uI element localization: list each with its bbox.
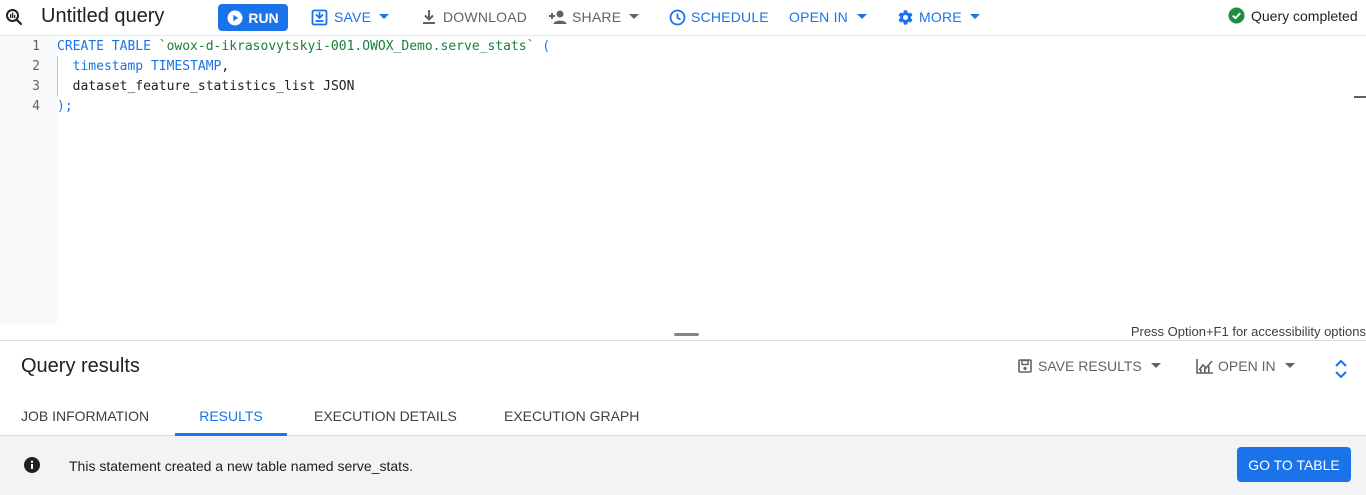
more-button-label: MORE [919, 9, 962, 25]
sql-column-name: dataset_feature_statistics_list [72, 79, 316, 94]
sql-table-identifier: `owox-d-ikrasovytskyi-001.OWOX_Demo.serv… [158, 39, 535, 54]
sql-column-name: timestamp [72, 59, 144, 74]
chevron-down-icon [1150, 363, 1161, 368]
person-add-icon [549, 10, 567, 24]
go-to-table-button[interactable]: GO TO TABLE [1237, 447, 1351, 482]
tab-job-information[interactable]: JOB INFORMATION [21, 396, 149, 436]
query-toolbar: Untitled query RUN SAVE DOWNLOAD SHARE S… [0, 0, 1366, 36]
sql-punctuation: ( [542, 39, 551, 54]
sql-keyword: CREATE TABLE [57, 39, 151, 54]
tab-execution-details[interactable]: EXECUTION DETAILS [314, 396, 457, 436]
tab-results[interactable]: RESULTS [175, 396, 287, 436]
code-line: dataset_feature_statistics_list JSON [57, 77, 355, 97]
line-number: 3 [32, 79, 40, 94]
schedule-button[interactable]: SCHEDULE [669, 0, 769, 34]
results-title: Query results [21, 355, 140, 377]
drag-handle-icon[interactable] [674, 333, 699, 336]
run-button-label: RUN [248, 9, 279, 26]
query-icon [6, 9, 23, 26]
save-icon [311, 9, 328, 25]
share-button[interactable]: SHARE [548, 0, 640, 34]
chevron-down-icon [969, 14, 980, 19]
status-text: Query completed [1251, 7, 1358, 24]
results-open-in-button[interactable]: OPEN IN [1196, 358, 1295, 374]
sql-editor[interactable]: 1 2 3 4 CREATE TABLE `owox-d-ikrasovytsk… [0, 36, 1366, 324]
gear-icon [898, 9, 913, 25]
sql-type: JSON [323, 79, 355, 94]
download-icon [423, 10, 435, 24]
open-in-button-label: OPEN IN [789, 9, 848, 25]
code-line: ); [57, 97, 73, 117]
editor-results-splitter[interactable]: Press Option+F1 for accessibility option… [0, 324, 1366, 341]
query-title[interactable]: Untitled query [41, 5, 164, 28]
play-icon [227, 10, 243, 25]
code-line: timestamp TIMESTAMP, [57, 57, 230, 77]
accessibility-hint: Press Option+F1 for accessibility option… [1130, 324, 1366, 339]
save-results-label: SAVE RESULTS [1038, 358, 1142, 374]
line-number: 2 [32, 59, 40, 74]
share-button-label: SHARE [572, 9, 622, 25]
run-button[interactable]: RUN [218, 4, 288, 31]
chart-icon [1196, 359, 1213, 374]
statement-message: This statement created a new table named… [69, 458, 413, 474]
check-circle-icon [1228, 7, 1245, 24]
statement-info-bar: This statement created a new table named… [0, 436, 1366, 495]
schedule-icon [669, 9, 686, 25]
info-icon [24, 457, 40, 473]
open-in-button[interactable]: OPEN IN [789, 0, 867, 34]
download-button[interactable]: DOWNLOAD [421, 0, 527, 34]
more-button[interactable]: MORE [897, 0, 980, 34]
save-button-label: SAVE [334, 9, 372, 25]
download-button-label: DOWNLOAD [443, 9, 528, 25]
save-results-icon [1018, 359, 1032, 373]
results-tabs: JOB INFORMATION RESULTS EXECUTION DETAIL… [0, 396, 1366, 436]
expand-icon[interactable] [1333, 359, 1349, 379]
sql-punctuation: ); [57, 99, 73, 114]
schedule-button-label: SCHEDULE [691, 9, 769, 25]
code-line: CREATE TABLE `owox-d-ikrasovytskyi-001.O… [57, 37, 550, 57]
save-button[interactable]: SAVE [311, 0, 390, 34]
chevron-down-icon [629, 14, 640, 19]
query-status: Query completed [1228, 7, 1358, 24]
chevron-down-icon [1284, 363, 1295, 368]
results-open-in-label: OPEN IN [1218, 358, 1276, 374]
line-number: 1 [32, 39, 40, 54]
line-number-gutter: 1 2 3 4 [0, 36, 57, 324]
chevron-down-icon [856, 14, 867, 19]
tab-execution-graph[interactable]: EXECUTION GRAPH [504, 396, 639, 436]
scrollbar-marker[interactable] [1354, 96, 1366, 98]
line-number: 4 [32, 99, 40, 114]
sql-punctuation: , [221, 59, 230, 74]
save-results-button[interactable]: SAVE RESULTS [1018, 358, 1161, 374]
sql-type: TIMESTAMP [150, 59, 222, 74]
chevron-down-icon [379, 14, 390, 19]
